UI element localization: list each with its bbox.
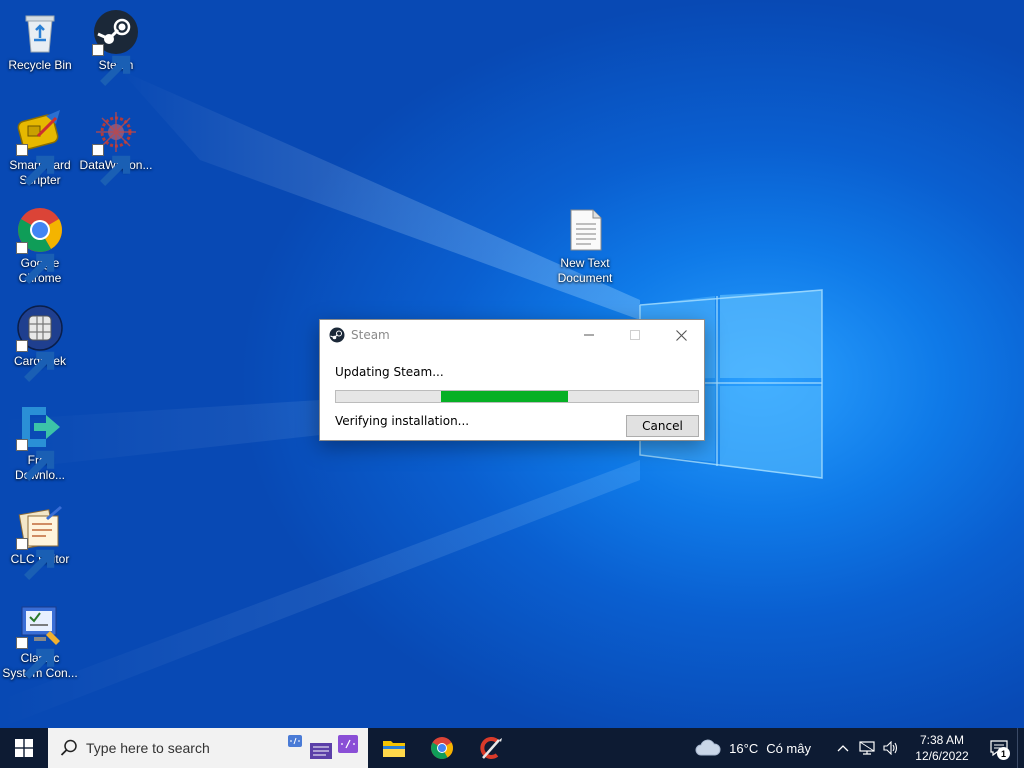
desktop-icon-classic-system-control[interactable]: Classic System Con...: [0, 601, 80, 681]
taskbar: Type here to search 16°C Có mây 7:38 AM …: [0, 728, 1024, 768]
clock-date: 12/6/2022: [915, 749, 969, 763]
steam-update-dialog: Steam Updating Steam... Verifying instal…: [319, 319, 705, 441]
shortcut-arrow-icon: [92, 144, 131, 186]
desktop-icon-steam[interactable]: Steam: [76, 8, 156, 86]
windows-logo-icon: [15, 739, 33, 757]
desktop-icon-smart-card-scripter[interactable]: Smart Card Scripter: [0, 108, 80, 188]
desktop-icon-free-download[interactable]: Free Downlo...: [0, 403, 80, 483]
classic-system-control-icon: [16, 601, 64, 679]
desktop-icon-datawagon[interactable]: DataWagon...: [76, 108, 156, 186]
weather-temperature: 16°C: [729, 740, 759, 756]
desktop-icon-cardpeek[interactable]: Cardpeek: [0, 304, 80, 382]
taskbar-chrome[interactable]: [418, 728, 466, 768]
desktop: Recycle Bin Steam Smart Card Scripter Da…: [0, 0, 1024, 728]
steam-icon: [329, 327, 345, 343]
show-hidden-icons-button[interactable]: [833, 728, 853, 768]
system-tray: 16°C Có mây 7:38 AM 12/6/2022 1: [695, 728, 1024, 768]
network-button[interactable]: [857, 728, 877, 768]
close-button[interactable]: [658, 320, 704, 350]
free-download-manager-icon: [16, 403, 64, 481]
text-document-icon: [561, 206, 609, 254]
update-detail-text: Verifying installation...: [335, 414, 470, 428]
desktop-icon-label: New Text Document: [557, 256, 613, 285]
dialog-titlebar[interactable]: Steam: [320, 320, 704, 350]
desktop-icon-recycle-bin[interactable]: Recycle Bin: [0, 8, 80, 73]
update-progress-bar: [335, 390, 699, 403]
speaker-icon: [883, 741, 898, 755]
close-icon: [675, 329, 687, 341]
minimize-button[interactable]: [566, 320, 612, 350]
shortcut-arrow-icon: [16, 144, 55, 186]
dialog-title: Steam: [351, 328, 390, 342]
desktop-icon-label: Recycle Bin: [8, 58, 72, 72]
notification-count-badge: 1: [997, 747, 1010, 760]
cardpeek-icon: [16, 304, 64, 382]
clock-time: 7:38 AM: [919, 733, 965, 747]
shortcut-arrow-icon: [16, 340, 55, 382]
shortcut-arrow-icon: [16, 538, 55, 580]
taskbar-search-box[interactable]: Type here to search: [48, 728, 368, 768]
folder-icon: [383, 741, 405, 757]
shortcut-arrow-icon: [92, 44, 131, 86]
cancel-button[interactable]: Cancel: [626, 415, 699, 437]
taskbar-ccleaner[interactable]: [466, 728, 514, 768]
weather-widget[interactable]: 16°C Có mây: [695, 739, 811, 757]
maximize-icon: [630, 330, 640, 340]
search-placeholder: Type here to search: [86, 740, 210, 756]
chevron-up-icon: [837, 745, 849, 752]
shortcut-arrow-icon: [16, 637, 55, 679]
weather-condition: Có mây: [766, 740, 811, 756]
chrome-icon: [431, 737, 453, 759]
taskbar-clock[interactable]: 7:38 AM 12/6/2022: [909, 732, 975, 764]
update-status-text: Updating Steam...: [335, 365, 444, 379]
ccleaner-icon: [480, 737, 502, 759]
search-icon: [60, 739, 77, 756]
taskbar-file-explorer[interactable]: [370, 728, 418, 768]
progress-fill: [441, 391, 568, 402]
maximize-button: [612, 320, 658, 350]
recycle-bin-icon: [16, 8, 64, 56]
minimize-icon: [584, 334, 594, 336]
show-desktop-button[interactable]: [1017, 728, 1024, 768]
smart-card-scripter-icon: [16, 108, 64, 186]
desktop-icon-clc-editor[interactable]: CLC Editor: [0, 502, 80, 580]
cloud-icon: [695, 739, 721, 756]
desktop-icon-new-text-document[interactable]: New Text Document: [545, 206, 625, 286]
clc-editor-icon: [16, 502, 64, 580]
network-icon: [859, 741, 875, 755]
action-center-button[interactable]: 1: [981, 728, 1017, 768]
shortcut-arrow-icon: [16, 439, 55, 481]
start-button[interactable]: [0, 728, 48, 768]
steam-icon: [92, 8, 140, 86]
chrome-icon: [16, 206, 64, 284]
shortcut-arrow-icon: [16, 242, 55, 284]
datawagon-icon: [92, 108, 140, 186]
search-highlight-icon: [288, 735, 358, 759]
desktop-icon-google-chrome[interactable]: Google Chrome: [0, 206, 80, 286]
volume-button[interactable]: [881, 728, 901, 768]
